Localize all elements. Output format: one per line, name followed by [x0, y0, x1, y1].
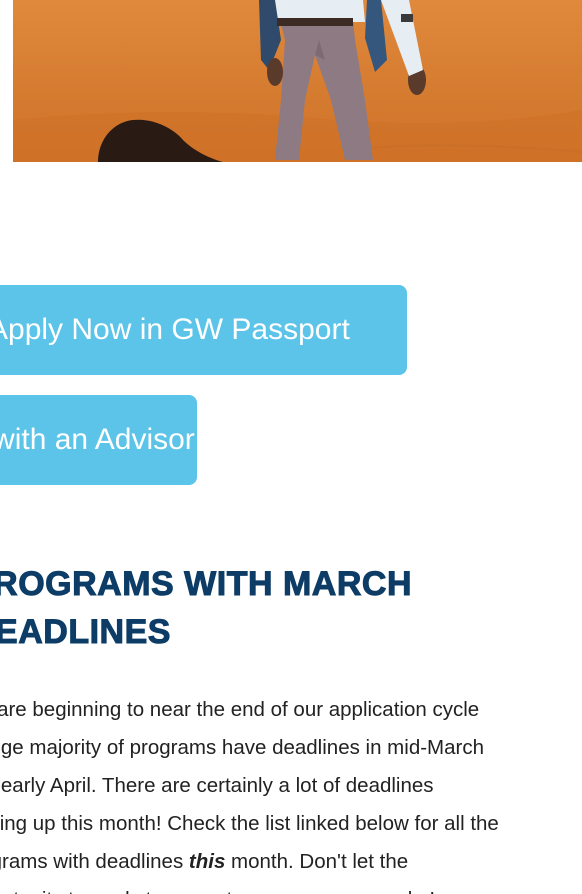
desert-scene-illustration — [13, 0, 582, 162]
body-line-3: and early April. There are certainly a l… — [0, 774, 434, 797]
apply-now-label: Apply Now in GW Passport — [0, 313, 350, 346]
body-line-5-pre: programs with deadlines — [0, 850, 184, 873]
body-line-6: opportunity to apply to a great program … — [0, 881, 582, 894]
hero-photo — [13, 0, 582, 162]
newsletter-page: Apply Now in GW Passport Meet with an Ad… — [0, 0, 582, 894]
section-body: We are beginning to near the end of our … — [0, 691, 582, 894]
heading-line-2: DEADLINES — [0, 613, 171, 652]
section-heading: PROGRAMS WITH MARCH DEADLINES — [0, 560, 570, 656]
body-line-4: coming up this month! Check the list lin… — [0, 812, 499, 835]
body-line-1: We are beginning to near the end of our … — [0, 698, 480, 721]
meet-advisor-button[interactable]: Meet with an Advisor — [0, 395, 197, 485]
apply-now-button[interactable]: Apply Now in GW Passport — [0, 285, 407, 375]
heading-line-1: PROGRAMS WITH MARCH — [0, 565, 413, 604]
meet-advisor-label: Meet with an Advisor — [0, 423, 195, 456]
body-line-5: programs with deadlines this month. Don'… — [0, 843, 582, 881]
body-line-2: a huge majority of programs have deadlin… — [0, 736, 485, 759]
body-emphasis-this: this — [188, 850, 226, 873]
body-line-5-post: month. Don't let the — [225, 850, 409, 873]
